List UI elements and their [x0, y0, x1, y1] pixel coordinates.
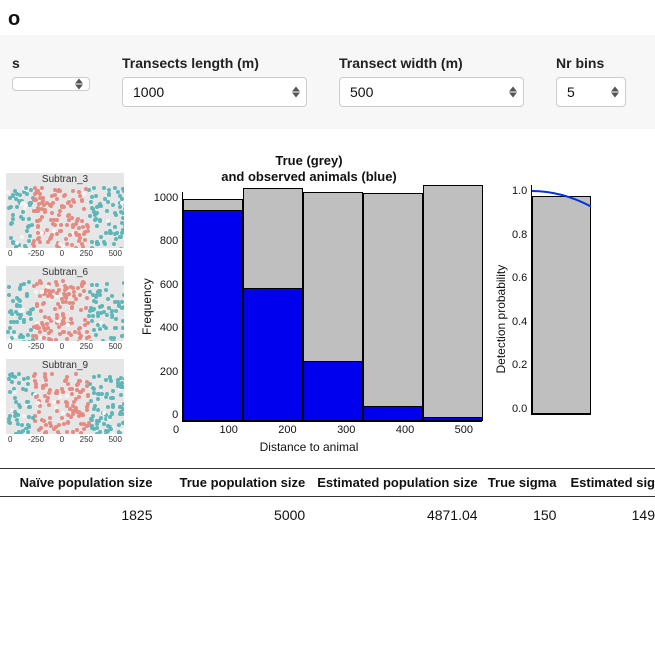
label-nr-bins: Nr bins: [556, 55, 626, 71]
updown-icon: [292, 87, 300, 98]
col-header: Naïve population size: [0, 475, 163, 490]
page-title-fragment: o: [0, 0, 655, 35]
updown-icon: [611, 87, 619, 98]
control-nr-bins: Nr bins 5: [556, 55, 626, 107]
subtransect-xaxis: 0-2500250500: [6, 434, 124, 444]
detection-plot: [531, 185, 591, 415]
plots-row: Subtran_3 0-2500250500 Subtran_6 0-25002…: [0, 129, 655, 458]
subtransect-panel: Subtran_6 0-2500250500: [6, 266, 124, 351]
subtransect-plot: [6, 186, 124, 248]
histogram-panel: True (grey)and observed animals (blue) F…: [134, 153, 484, 454]
select-transects-length[interactable]: 1000: [122, 77, 307, 107]
cell-tsig: 150: [488, 507, 567, 523]
select-value: 500: [350, 84, 373, 100]
histogram-title: True (grey)and observed animals (blue): [221, 153, 397, 186]
subtransect-panel: Subtran_3 0-2500250500: [6, 173, 124, 258]
col-header: True sigma: [488, 475, 567, 490]
histogram-xticks: 0100200300400500: [173, 424, 473, 436]
select-nr-bins[interactable]: 5: [556, 77, 626, 107]
control-label-fragment: s: [12, 55, 90, 71]
cell-est: 4871.04: [315, 507, 487, 523]
subtransect-plot: [6, 279, 124, 341]
select-value: 1000: [133, 84, 164, 100]
cell-true: 5000: [163, 507, 316, 523]
cell-esig: 149: [566, 507, 655, 523]
col-header: True population size: [163, 475, 316, 490]
detection-prob-panel: Detection probability 1.00.80.60.40.20.0: [494, 185, 604, 454]
histogram-xlabel: Distance to animal: [260, 440, 359, 454]
results-header-row: Naïve population size True population si…: [0, 475, 655, 497]
subtransect-xaxis: 0-2500250500: [6, 248, 124, 258]
cell-naive: 1825: [0, 507, 163, 523]
control-transect-width: Transect width (m) 500: [339, 55, 524, 107]
updown-icon: [75, 79, 83, 90]
subtransect-panel: Subtran_9 0-2500250500: [6, 359, 124, 444]
detection-bar: [532, 196, 591, 415]
label-transects-length: Transects length (m): [122, 55, 307, 71]
subtransect-plot: [6, 372, 124, 434]
control-cropped-left: s: [12, 55, 90, 91]
select-cropped[interactable]: [12, 77, 90, 91]
label-transect-width: Transect width (m): [339, 55, 524, 71]
detection-ylabel: Detection probability: [494, 185, 508, 454]
detection-yticks: 1.00.80.60.40.20.0: [508, 185, 531, 415]
control-transects-length: Transects length (m) 1000: [122, 55, 307, 107]
col-header: Estimated sig: [566, 475, 655, 490]
histogram-plot: [182, 192, 482, 422]
subtransect-column: Subtran_3 0-2500250500 Subtran_6 0-25002…: [6, 173, 124, 454]
results-table: Naïve population size True population si…: [0, 468, 655, 523]
controls-panel: s Transects length (m) 1000 Transect wid…: [0, 35, 655, 129]
col-header: Estimated population size: [315, 475, 487, 490]
subtransect-title: Subtran_9: [6, 359, 124, 372]
select-value: 5: [567, 84, 575, 100]
subtransect-title: Subtran_6: [6, 266, 124, 279]
subtransect-xaxis: 0-2500250500: [6, 341, 124, 351]
subtransect-title: Subtran_3: [6, 173, 124, 186]
select-transect-width[interactable]: 500: [339, 77, 524, 107]
updown-icon: [509, 87, 517, 98]
results-data-row: 1825 5000 4871.04 150 149: [0, 497, 655, 523]
histogram-ylabel: Frequency: [136, 192, 154, 422]
histogram-yticks: 10008006004002000: [154, 192, 182, 422]
